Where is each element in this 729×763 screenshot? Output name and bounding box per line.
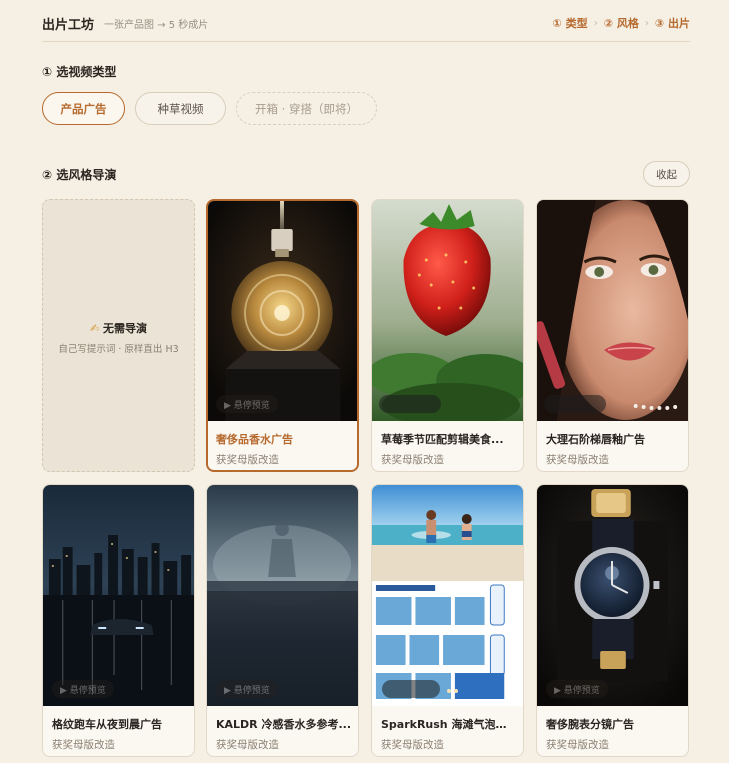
card-title: SparkRush 海滩气泡饮... [381, 718, 516, 731]
preview-pill [379, 395, 441, 413]
step-indicator: ① 类型 › ② 风格 › ③ 出片 [553, 15, 690, 31]
card-tag: 获奖母版改造 [52, 739, 115, 751]
preview-pill [544, 395, 606, 413]
carousel-dots [447, 689, 458, 693]
app-header: 出片工坊 一张产品图 → 5 秒成片 ① 类型 › ② 风格 › ③ 出片 [42, 0, 690, 42]
section-title-style-director: ② 选风格导演 [42, 168, 117, 182]
type-chip-unboxing-outfit: 开箱 · 穿搭（即将） [236, 92, 377, 125]
director-card-perfume[interactable]: ▶ 悬停预览 奢侈品香水广告 获奖母版改造 [206, 199, 359, 472]
director-card-watch[interactable]: ▶ 悬停预览 奢侈腕表分镜广告 获奖母版改造 [536, 484, 689, 757]
step-output[interactable]: ③ 出片 [655, 15, 690, 31]
director-card-lip-gloss[interactable]: 大理石阶梯唇釉广告 获奖母版改造 [536, 199, 689, 472]
director-card-sports-car[interactable]: ▶ 悬停预览 格纹跑车从夜到晨广告 获奖母版改造 [42, 484, 195, 757]
hover-preview-hint: ▶ 悬停预览 [216, 680, 278, 698]
card-tag: 获奖母版改造 [216, 739, 279, 751]
card-title: 草莓季节匹配剪辑美食... [381, 433, 504, 446]
section-title-video-type: ① 选视频类型 [42, 65, 117, 79]
app-title: 出片工坊 [42, 18, 95, 33]
hover-preview-hint: ▶ 悬停预览 [546, 680, 608, 698]
card-title: 奢侈品香水广告 [216, 433, 293, 446]
director-card-sparkrush[interactable]: SparkRush 海滩气泡饮... 获奖母版改造 [371, 484, 524, 757]
card-tag: 获奖母版改造 [546, 739, 609, 751]
card-tag: 获奖母版改造 [381, 454, 444, 466]
collapse-button[interactable]: 收起 [643, 161, 690, 187]
card-tag: 获奖母版改造 [216, 454, 279, 466]
no-director-title: ✍ 无需导演 [89, 322, 148, 335]
misty-figure-thumbnail [207, 485, 358, 706]
writing-hand-icon: ✍ [89, 322, 100, 335]
beach-drink-collage-thumbnail [372, 485, 523, 706]
card-title: 大理石阶梯唇釉广告 [546, 433, 645, 446]
preview-pill [382, 680, 440, 698]
step-separator: › [644, 17, 649, 29]
no-director-subtitle: 自己写提示词 · 原样直出 H3 [58, 344, 179, 355]
no-director-card[interactable]: ✍ 无需导演 自己写提示词 · 原样直出 H3 [42, 199, 195, 472]
card-tag: 获奖母版改造 [381, 739, 444, 751]
step-type[interactable]: ① 类型 [553, 15, 588, 31]
step-separator: › [593, 17, 598, 29]
director-grid: ✍ 无需导演 自己写提示词 · 原样直出 H3 ▶ 悬停预览 奢侈品香水广告 获… [42, 199, 690, 759]
night-city-car-thumbnail [43, 485, 194, 706]
card-title: 奢侈腕表分镜广告 [546, 718, 634, 731]
video-type-selector: 产品广告 种草视频 开箱 · 穿搭（即将） [42, 92, 377, 125]
director-card-kaldr-perfume[interactable]: ▶ 悬停预览 KALDR 冷感香水多参考... 获奖母版改造 [206, 484, 359, 757]
card-title: 格纹跑车从夜到晨广告 [52, 718, 162, 731]
type-chip-product-ad[interactable]: 产品广告 [42, 92, 125, 125]
strawberry-thumbnail [372, 200, 523, 421]
perfume-bottle-thumbnail [208, 201, 357, 421]
luxury-watch-thumbnail [537, 485, 688, 706]
card-title: KALDR 冷感香水多参考... [216, 718, 351, 731]
hover-preview-hint: ▶ 悬停预览 [52, 680, 114, 698]
director-card-strawberry[interactable]: 草莓季节匹配剪辑美食... 获奖母版改造 [371, 199, 524, 472]
lip-gloss-thumbnail [537, 200, 688, 421]
type-chip-seeding-video[interactable]: 种草视频 [135, 92, 226, 125]
app-subtitle: 一张产品图 → 5 秒成片 [104, 20, 209, 31]
step-style[interactable]: ② 风格 [604, 15, 639, 31]
hover-preview-hint: ▶ 悬停预览 [216, 395, 278, 413]
card-tag: 获奖母版改造 [546, 454, 609, 466]
